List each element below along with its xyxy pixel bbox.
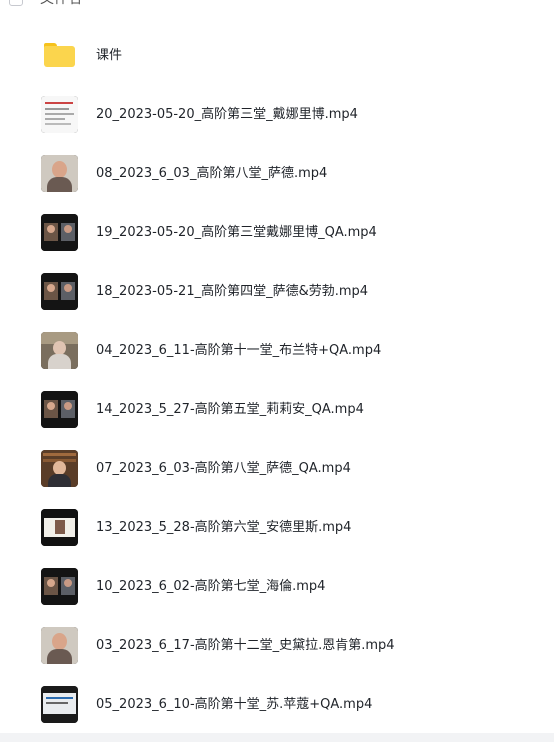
file-name: 20_2023-05-20_高阶第三堂_戴娜里博.mp4 <box>96 107 358 122</box>
file-row[interactable]: 04_2023_6_11-高阶第十一堂_布兰特+QA.mp4 <box>0 321 554 380</box>
file-name: 03_2023_6_17-高阶第十二堂_史黛拉.恩肯第.mp4 <box>96 638 395 653</box>
column-header-name: 文件名 <box>40 0 82 8</box>
file-row[interactable]: 10_2023_6_02-高阶第七堂_海倫.mp4 <box>0 557 554 616</box>
file-name: 14_2023_5_27-高阶第五堂_莉莉安_QA.mp4 <box>96 402 364 417</box>
file-row[interactable]: 14_2023_5_27-高阶第五堂_莉莉安_QA.mp4 <box>0 380 554 439</box>
file-row[interactable]: 19_2023-05-20_高阶第三堂戴娜里博_QA.mp4 <box>0 203 554 262</box>
file-row[interactable]: 18_2023-05-21_高阶第四堂_萨德&劳勃.mp4 <box>0 262 554 321</box>
file-row[interactable]: 03_2023_6_17-高阶第十二堂_史黛拉.恩肯第.mp4 <box>0 616 554 675</box>
folder-icon <box>44 43 75 67</box>
video-thumbnail <box>41 627 78 664</box>
file-list: 课件 20_2023-05-20_高阶第三堂_戴娜里博.mp4 08_2023_6_… <box>0 26 554 734</box>
file-name: 19_2023-05-20_高阶第三堂戴娜里博_QA.mp4 <box>96 225 377 240</box>
file-name: 课件 <box>96 48 123 63</box>
video-thumbnail <box>41 686 78 723</box>
folder-row[interactable]: 课件 <box>0 26 554 85</box>
file-row[interactable]: 07_2023_6_03-高阶第八堂_萨德_QA.mp4 <box>0 439 554 498</box>
select-all-checkbox[interactable] <box>9 0 23 6</box>
file-name: 04_2023_6_11-高阶第十一堂_布兰特+QA.mp4 <box>96 343 382 358</box>
file-row[interactable]: 13_2023_5_28-高阶第六堂_安德里斯.mp4 <box>0 498 554 557</box>
video-thumbnail <box>41 96 78 133</box>
video-thumbnail <box>41 450 78 487</box>
video-thumbnail <box>41 391 78 428</box>
file-name: 18_2023-05-21_高阶第四堂_萨德&劳勃.mp4 <box>96 284 369 299</box>
file-name: 05_2023_6_10-高阶第十堂_苏.苹蔻+QA.mp4 <box>96 697 373 712</box>
bottom-bar <box>0 733 554 742</box>
header-row: 文件名 <box>0 0 554 8</box>
video-thumbnail <box>41 273 78 310</box>
file-row[interactable]: 08_2023_6_03_高阶第八堂_萨德.mp4 <box>0 144 554 203</box>
video-thumbnail <box>41 332 78 369</box>
file-name: 13_2023_5_28-高阶第六堂_安德里斯.mp4 <box>96 520 352 535</box>
file-name: 07_2023_6_03-高阶第八堂_萨德_QA.mp4 <box>96 461 351 476</box>
file-row[interactable]: 05_2023_6_10-高阶第十堂_苏.苹蔻+QA.mp4 <box>0 675 554 734</box>
file-name: 08_2023_6_03_高阶第八堂_萨德.mp4 <box>96 166 328 181</box>
video-thumbnail <box>41 568 78 605</box>
video-thumbnail <box>41 509 78 546</box>
video-thumbnail <box>41 155 78 192</box>
file-row[interactable]: 20_2023-05-20_高阶第三堂_戴娜里博.mp4 <box>0 85 554 144</box>
video-thumbnail <box>41 214 78 251</box>
file-name: 10_2023_6_02-高阶第七堂_海倫.mp4 <box>96 579 326 594</box>
